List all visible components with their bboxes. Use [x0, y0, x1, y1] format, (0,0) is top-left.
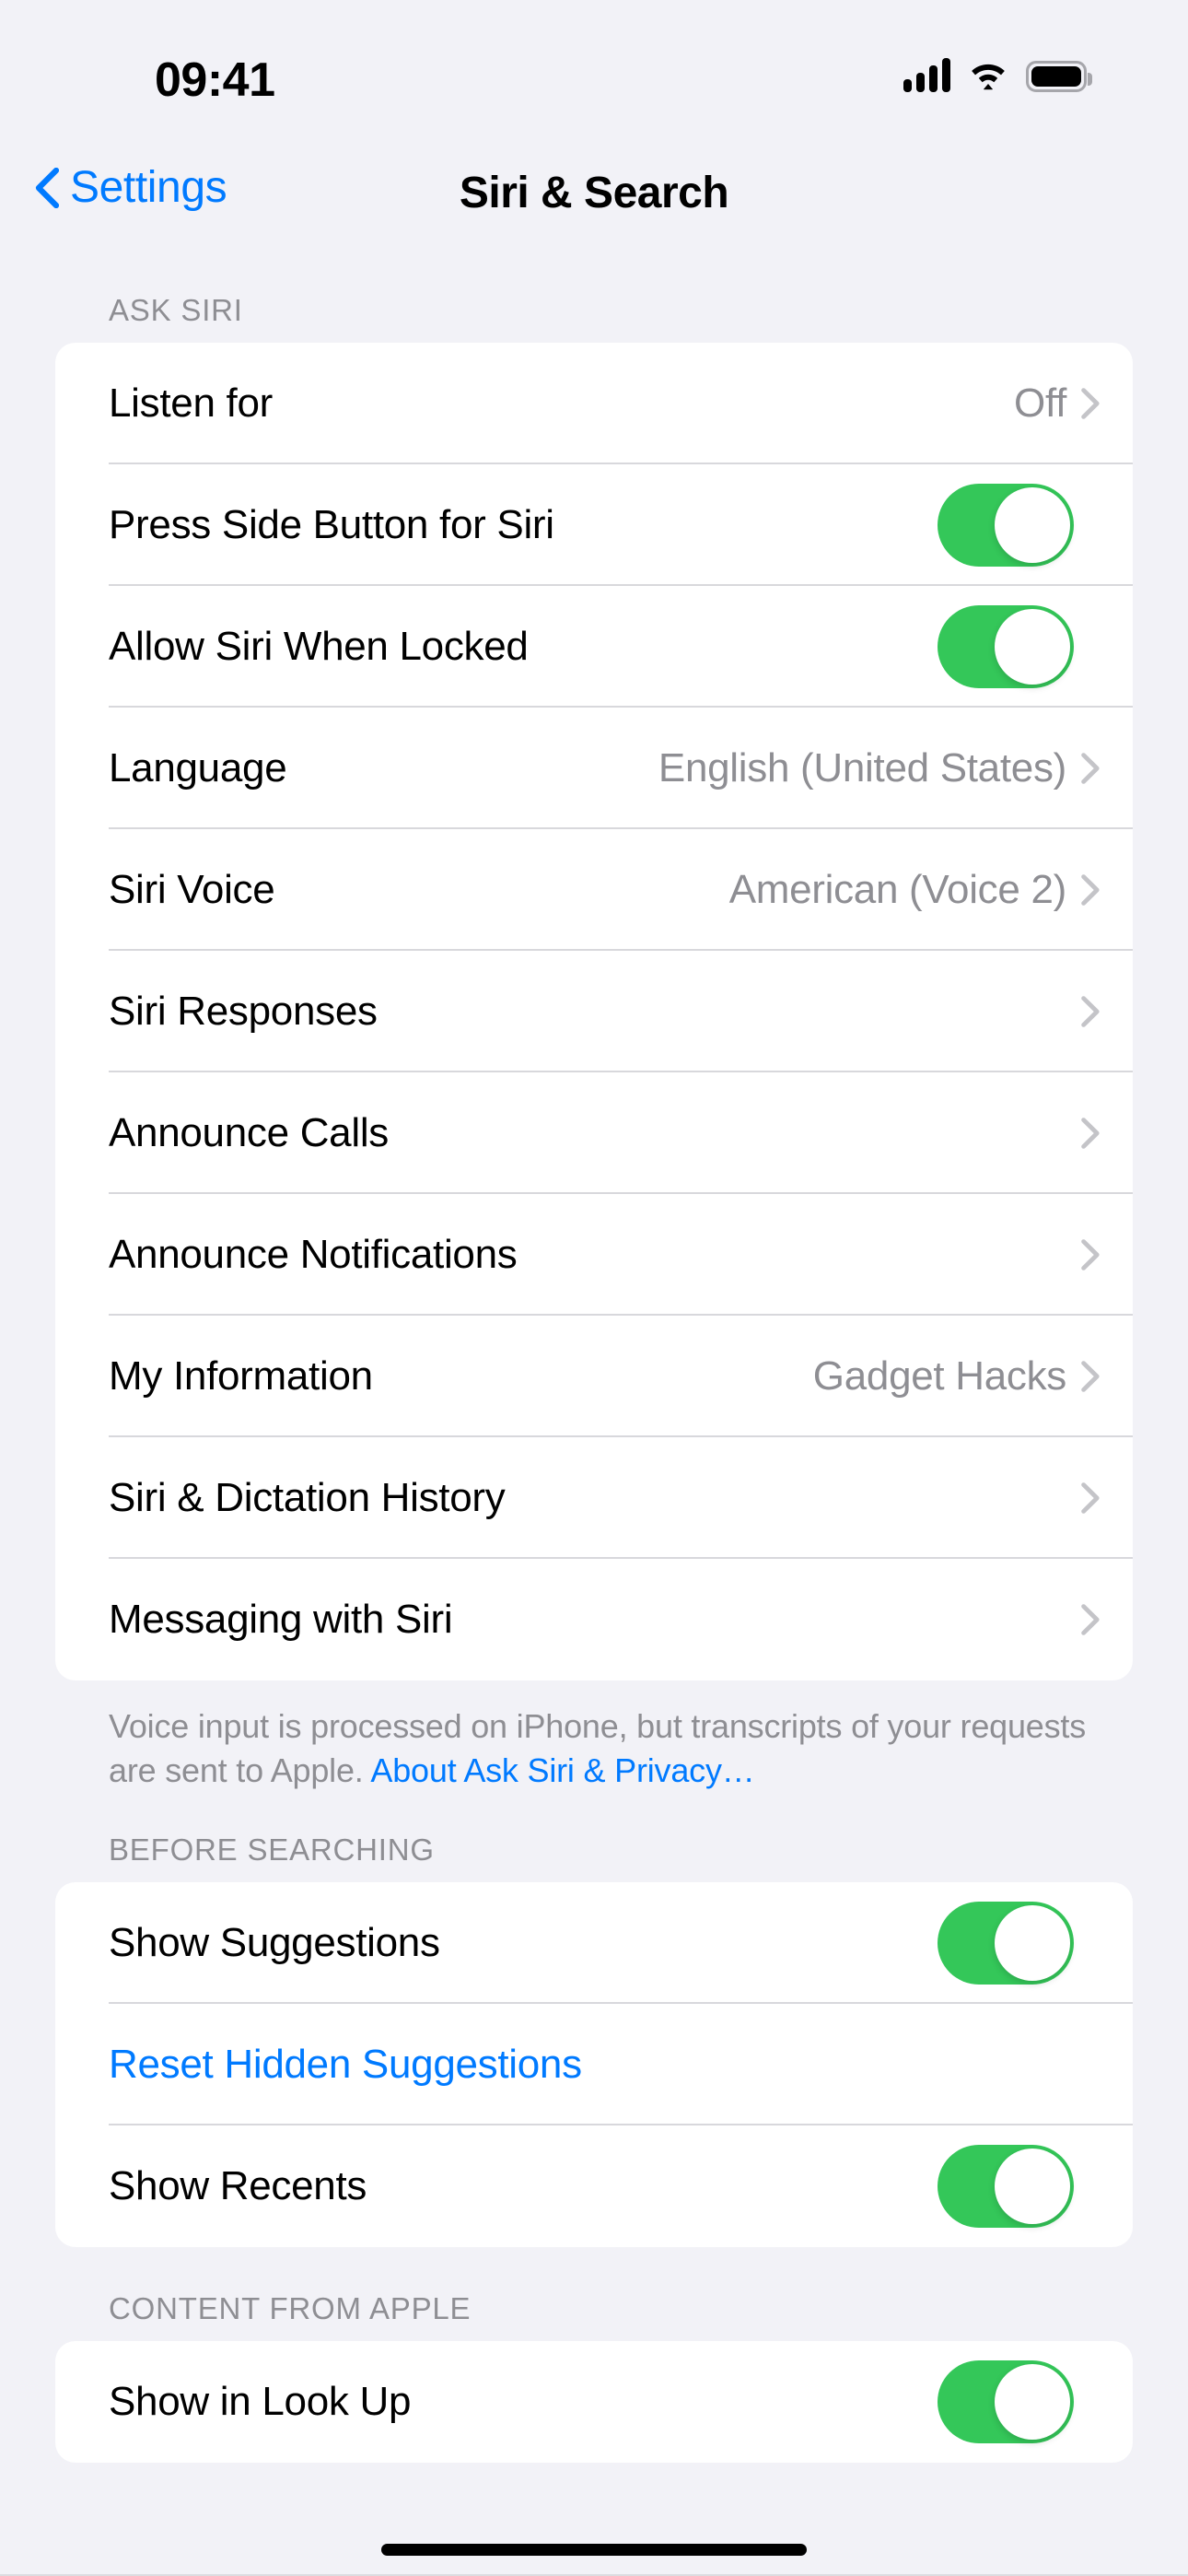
- row-siri-voice[interactable]: Siri Voice American (Voice 2): [55, 829, 1133, 951]
- row-label: Siri Voice: [109, 867, 275, 912]
- row-accessory: [938, 484, 1133, 567]
- row-label: Show Recents: [109, 2163, 367, 2209]
- row-label: Show in Look Up: [109, 2379, 412, 2425]
- row-label: Language: [109, 745, 287, 790]
- row-announce-calls[interactable]: Announce Calls: [55, 1072, 1133, 1194]
- row-accessory: [1081, 1482, 1133, 1514]
- cellular-signal-icon: [903, 57, 950, 92]
- section-header-ask-siri: ASK SIRI: [109, 293, 243, 327]
- section-content-from-apple: Show in Look Up: [55, 2341, 1133, 2464]
- row-label: Listen for: [109, 381, 273, 426]
- row-label: Press Side Button for Siri: [109, 502, 554, 547]
- row-messaging-with-siri[interactable]: Messaging with Siri: [55, 1559, 1133, 1680]
- row-language[interactable]: Language English (United States): [55, 708, 1133, 829]
- row-accessory: [938, 1902, 1133, 1985]
- row-listen-for[interactable]: Listen for Off: [55, 343, 1133, 464]
- row-reset-hidden-suggestions[interactable]: Reset Hidden Suggestions: [55, 2004, 1133, 2126]
- row-show-suggestions[interactable]: Show Suggestions: [55, 1882, 1133, 2005]
- row-value: Gadget Hacks: [812, 1353, 1067, 1399]
- chevron-right-icon: [1081, 753, 1100, 784]
- toggle-knob: [995, 1905, 1070, 1982]
- row-accessory: Off: [1014, 381, 1133, 427]
- row-allow-siri-when-locked[interactable]: Allow Siri When Locked: [55, 586, 1133, 708]
- row-accessory: [1081, 996, 1133, 1027]
- chevron-right-icon: [1081, 1361, 1100, 1392]
- row-my-information[interactable]: My Information Gadget Hacks: [55, 1316, 1133, 1437]
- battery-full-icon: [1026, 61, 1092, 92]
- row-announce-notifications[interactable]: Announce Notifications: [55, 1194, 1133, 1316]
- row-label: Show Suggestions: [109, 1920, 440, 1966]
- status-bar-time: 09:41: [155, 53, 275, 107]
- chevron-right-icon: [1081, 1604, 1100, 1635]
- page-title: Siri & Search: [459, 169, 729, 217]
- about-ask-siri-privacy-link[interactable]: About Ask Siri & Privacy…: [370, 1751, 754, 1789]
- chevron-right-icon: [1081, 874, 1100, 906]
- toggle-allow-siri-when-locked[interactable]: [938, 605, 1074, 688]
- row-label: Allow Siri When Locked: [109, 624, 529, 669]
- ask-siri-footer-note: Voice input is processed on iPhone, but …: [0, 1680, 1188, 1792]
- row-accessory: Gadget Hacks: [813, 1353, 1133, 1399]
- row-accessory: [1081, 1604, 1133, 1635]
- row-value: American (Voice 2): [728, 867, 1067, 912]
- navigation-bar: Settings Siri & Search: [0, 147, 1188, 249]
- row-show-recents[interactable]: Show Recents: [55, 2125, 1133, 2247]
- row-value: English (United States): [658, 745, 1066, 790]
- row-siri-and-dictation-history[interactable]: Siri & Dictation History: [55, 1437, 1133, 1559]
- row-accessory: [938, 2145, 1133, 2229]
- row-accessory: [938, 605, 1133, 688]
- section-header-content-from-apple: CONTENT FROM APPLE: [109, 2291, 472, 2326]
- row-value: Off: [1014, 381, 1066, 426]
- section-header-before-searching: BEFORE SEARCHING: [109, 1832, 435, 1868]
- row-label: Siri Responses: [109, 989, 378, 1034]
- row-label: Messaging with Siri: [109, 1597, 453, 1642]
- wifi-icon: [972, 64, 1005, 90]
- row-accessory: [1081, 1118, 1133, 1149]
- row-label: Announce Calls: [109, 1110, 389, 1155]
- toggle-knob: [995, 609, 1070, 685]
- iphone-screen: 09:41 Settings Siri & Search ASK SIRI Li…: [0, 0, 1188, 2576]
- toggle-knob: [995, 2364, 1070, 2441]
- toggle-press-side-button-for-siri[interactable]: [938, 484, 1074, 567]
- row-accessory: [938, 2360, 1133, 2444]
- status-bar: 09:41: [0, 0, 1188, 147]
- chevron-right-icon: [1081, 996, 1100, 1027]
- chevron-right-icon: [1081, 388, 1100, 419]
- section-ask-siri: Listen for Off Press Side Button for Sir…: [55, 343, 1133, 1680]
- row-label: Siri & Dictation History: [109, 1475, 506, 1520]
- toggle-knob: [995, 2149, 1070, 2225]
- row-label: Announce Notifications: [109, 1232, 518, 1277]
- status-bar-icons: [903, 57, 1092, 92]
- toggle-knob: [995, 487, 1070, 563]
- row-accessory: [1081, 1239, 1133, 1270]
- row-press-side-button-for-siri[interactable]: Press Side Button for Siri: [55, 464, 1133, 586]
- row-accessory: American (Voice 2): [729, 867, 1133, 913]
- chevron-right-icon: [1081, 1118, 1100, 1149]
- settings-content: ASK SIRI Listen for Off Press Side Butto…: [0, 249, 1188, 2464]
- row-accessory: English (United States): [658, 745, 1133, 791]
- row-siri-responses[interactable]: Siri Responses: [55, 951, 1133, 1072]
- row-label: Reset Hidden Suggestions: [109, 2042, 582, 2088]
- home-indicator[interactable]: [381, 2544, 807, 2556]
- row-show-in-look-up[interactable]: Show in Look Up: [55, 2341, 1133, 2463]
- section-before-searching: Show Suggestions Reset Hidden Suggestion…: [55, 1882, 1133, 2248]
- toggle-show-recents[interactable]: [938, 2145, 1074, 2229]
- chevron-right-icon: [1081, 1482, 1100, 1514]
- row-label: My Information: [109, 1353, 373, 1399]
- toggle-show-suggestions[interactable]: [938, 1902, 1074, 1985]
- chevron-right-icon: [1081, 1239, 1100, 1270]
- toggle-show-in-look-up[interactable]: [938, 2360, 1074, 2444]
